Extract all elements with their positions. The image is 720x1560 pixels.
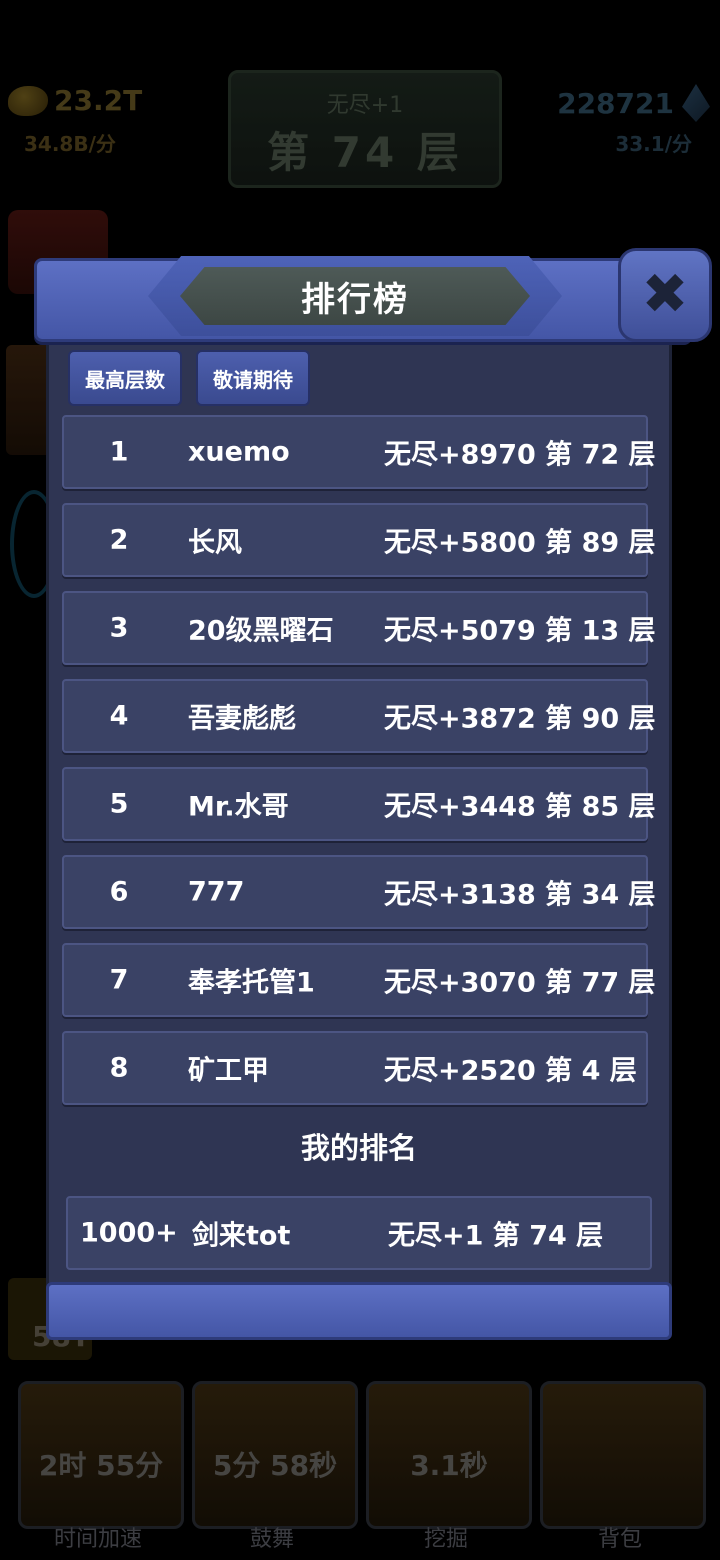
- leaderboard-title: 排行榜: [180, 267, 530, 325]
- leaderboard-row: 6 777 无尽+3138 第 34 层: [62, 855, 656, 929]
- row-rank: 8: [109, 1052, 129, 1084]
- row-score: 无尽+3070 第 77 层: [384, 967, 656, 999]
- row-name: 矿工甲: [188, 1055, 269, 1087]
- panel-bottom-edge: [46, 1282, 672, 1340]
- row-name: 奉孝托管1: [188, 967, 315, 999]
- my-rank-row: 1000+ 剑来tot 无尽+1 第 74 层: [66, 1196, 652, 1270]
- row-score: 无尽+5079 第 13 层: [384, 615, 656, 647]
- leaderboard-row: 1 xuemo 无尽+8970 第 72 层: [62, 415, 656, 489]
- my-name: 剑来tot: [192, 1220, 291, 1252]
- row-rank: 4: [109, 700, 129, 732]
- row-rank: 5: [109, 788, 129, 820]
- row-score: 无尽+8970 第 72 层: [384, 439, 656, 471]
- row-name: 777: [188, 876, 245, 908]
- row-rank: 1: [109, 436, 129, 468]
- leaderboard-row: 3 20级黑曜石 无尽+5079 第 13 层: [62, 591, 656, 665]
- row-score: 无尽+3872 第 90 层: [384, 703, 656, 735]
- close-x-icon: ✖: [641, 262, 689, 327]
- leaderboard-row: 4 吾妻彪彪 无尽+3872 第 90 层: [62, 679, 656, 753]
- row-rank: 2: [109, 524, 129, 556]
- row-rank: 3: [109, 612, 129, 644]
- tab-coming-soon[interactable]: 敬请期待: [196, 350, 310, 406]
- row-name: 吾妻彪彪: [188, 703, 296, 735]
- row-score: 无尽+2520 第 4 层: [384, 1055, 637, 1087]
- row-name: Mr.水哥: [188, 791, 289, 823]
- leaderboard-row: 5 Mr.水哥 无尽+3448 第 85 层: [62, 767, 656, 841]
- leaderboard-row: 2 长风 无尽+5800 第 89 层: [62, 503, 656, 577]
- row-score: 无尽+5800 第 89 层: [384, 527, 656, 559]
- close-button[interactable]: ✖: [618, 248, 712, 342]
- leaderboard-row: 8 矿工甲 无尽+2520 第 4 层: [62, 1031, 648, 1105]
- tab-highest-floor[interactable]: 最高层数: [68, 350, 182, 406]
- row-name: 20级黑曜石: [188, 615, 334, 647]
- row-score: 无尽+3448 第 85 层: [384, 791, 656, 823]
- my-rank: 1000+: [80, 1217, 178, 1249]
- my-rank-title: 我的排名: [300, 1131, 417, 1165]
- row-rank: 6: [109, 876, 129, 908]
- row-name: 长风: [188, 527, 242, 559]
- row-rank: 7: [109, 964, 129, 996]
- my-score: 无尽+1 第 74 层: [388, 1220, 604, 1252]
- row-score: 无尽+3138 第 34 层: [384, 879, 656, 911]
- leaderboard-row: 7 奉孝托管1 无尽+3070 第 77 层: [62, 943, 656, 1017]
- row-name: xuemo: [188, 436, 290, 468]
